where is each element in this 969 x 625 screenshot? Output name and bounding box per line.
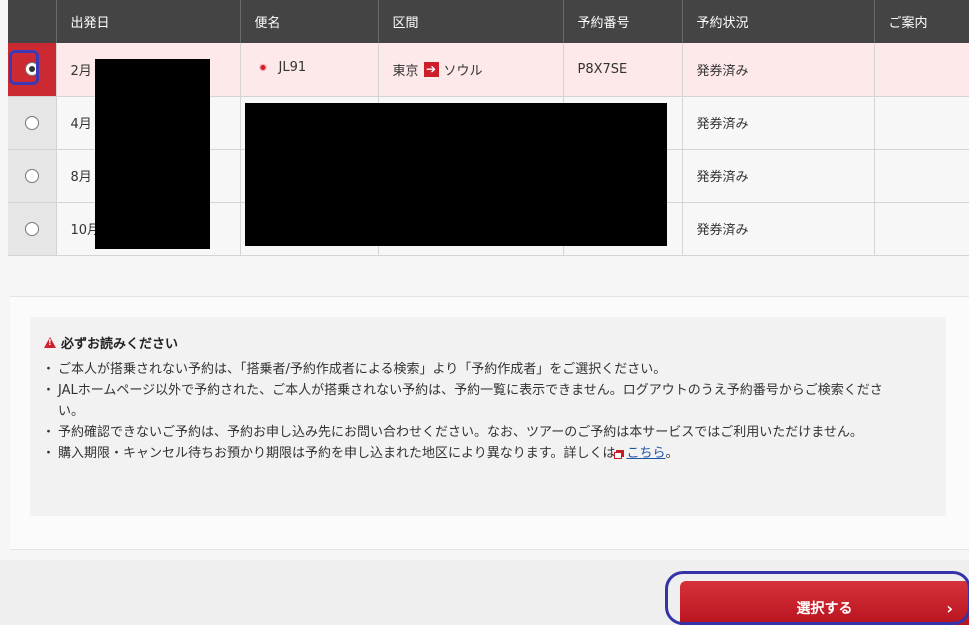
warning-icon xyxy=(44,337,56,348)
selection-highlight-ring xyxy=(9,50,39,85)
list-item: 購入期限・キャンセル待ちお預かり期限は予約を申し込まれた地区により異なります。詳… xyxy=(42,443,906,464)
row-select-cell[interactable] xyxy=(8,96,57,150)
header-departure-date: 出発日 xyxy=(56,0,241,43)
header-booking-number: 予約番号 xyxy=(563,0,683,43)
header-info: ご案内 xyxy=(874,0,969,43)
cell-info xyxy=(874,43,969,97)
cell-flight: JL91 xyxy=(240,43,379,97)
arrow-right-icon: ➔ xyxy=(423,61,439,77)
radio-unselected[interactable] xyxy=(24,168,39,183)
table-header-row: 出発日 便名 区間 予約番号 予約状況 ご案内 xyxy=(8,0,969,43)
details-link[interactable]: こちら xyxy=(626,446,665,461)
header-flight: 便名 xyxy=(240,0,379,43)
jal-crane-icon xyxy=(255,59,271,75)
cell-status: 発券済み xyxy=(682,96,875,150)
list-item: ご本人が搭乗されない予約は、「搭乗者/予約作成者による検索」より「予約作成者」を… xyxy=(42,359,906,380)
link-suffix: 。 xyxy=(665,446,679,461)
list-item-text: 購入期限・キャンセル待ちお預かり期限は予約を申し込まれた地区により異なります。詳… xyxy=(58,446,616,461)
header-route: 区間 xyxy=(378,0,564,43)
cell-route: 東京 ➔ ソウル xyxy=(378,43,564,97)
list-item: 予約確認できないご予約は、予約お申し込み先にお問い合わせください。なお、ツアーの… xyxy=(42,422,906,443)
notice-list: ご本人が搭乗されない予約は、「搭乗者/予約作成者による検索」より「予約作成者」を… xyxy=(42,359,906,464)
select-button-label: 選択する xyxy=(796,600,853,617)
cell-booking-number: P8X7SE xyxy=(563,43,683,97)
list-item: JALホームページ以外で予約された、ご本人が搭乗されない予約は、予約一覧に表示で… xyxy=(42,380,906,422)
radio-unselected[interactable] xyxy=(24,115,39,130)
cell-status: 発券済み xyxy=(682,43,875,97)
header-select xyxy=(8,0,57,43)
select-button[interactable]: 選択する › xyxy=(680,581,969,625)
notice-title: 必ずお読みください xyxy=(44,333,178,352)
flight-number: JL91 xyxy=(278,59,307,75)
row-select-cell[interactable] xyxy=(8,202,57,256)
chevron-right-icon: › xyxy=(946,599,953,618)
redaction-block xyxy=(245,103,667,246)
cell-status: 発券済み xyxy=(682,202,875,256)
cell-info xyxy=(874,149,969,203)
route-destination: ソウル xyxy=(443,63,483,79)
cell-status: 発券済み xyxy=(682,149,875,203)
redaction-block xyxy=(95,59,210,249)
radio-unselected[interactable] xyxy=(24,221,39,236)
cell-info xyxy=(874,96,969,150)
route-origin: 東京 xyxy=(392,63,419,79)
cell-info xyxy=(874,202,969,256)
notice-title-text: 必ずお読みください xyxy=(61,337,179,352)
external-link-icon xyxy=(614,450,625,459)
row-select-cell[interactable] xyxy=(8,149,57,203)
header-status: 予約状況 xyxy=(682,0,875,43)
